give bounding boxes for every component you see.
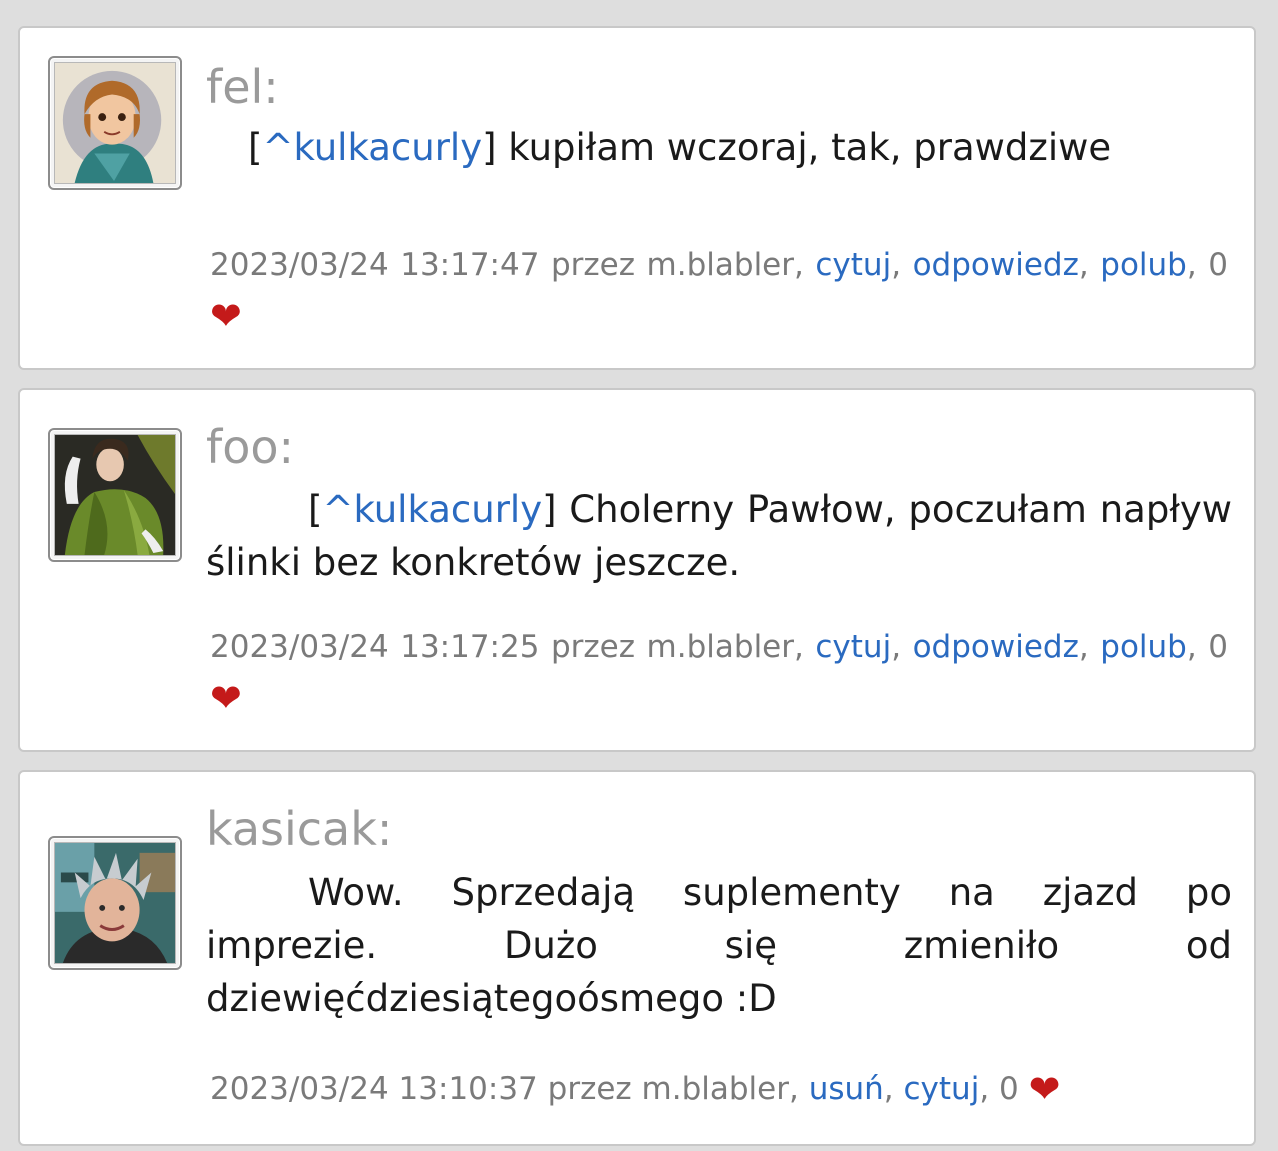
post-date: 2023/03/24 [210, 247, 389, 283]
mention-link[interactable]: ^kulkacurly [262, 126, 482, 169]
quote-link[interactable]: cytuj [904, 1071, 980, 1107]
post-meta: 2023/03/24 13:17:25 przez m.blabler, cyt… [210, 629, 1228, 720]
post-content: [^kulkacurly] kupiłam wczoraj, tak, praw… [248, 126, 1112, 169]
avatar[interactable] [48, 56, 182, 190]
post-card: foo: [^kulkacurly] Cholerny Pawłow, pocz… [18, 388, 1256, 752]
like-link[interactable]: polub [1100, 629, 1187, 665]
author-name[interactable]: kasicak: [206, 806, 392, 852]
post-time: 13:17:25 [400, 629, 540, 665]
post-meta: 2023/03/24 13:17:47 przez m.blabler, cyt… [210, 247, 1228, 338]
quote-link[interactable]: cytuj [815, 629, 891, 665]
heart-icon[interactable]: ❤ [1029, 1067, 1061, 1111]
like-count: 0 [1208, 629, 1228, 665]
post-content: Wow. Sprzedają suplementy na zjazd po im… [206, 871, 1232, 1020]
reply-link[interactable]: odpowiedz [913, 629, 1079, 665]
avatar-image [54, 842, 176, 964]
post-text: kupiłam wczoraj, tak, prawdziwe [508, 126, 1112, 169]
like-link[interactable]: polub [1100, 247, 1187, 283]
post-date: 2023/03/24 [210, 1071, 389, 1107]
delete-link[interactable]: usuń [809, 1071, 884, 1107]
post-byline: przez m.blabler, [550, 629, 804, 665]
mention-link[interactable]: ^kulkacurly [322, 488, 542, 531]
heart-icon[interactable]: ❤ [210, 676, 242, 720]
post-time: 13:10:37 [398, 1071, 538, 1107]
post-byline: przez m.blabler, [547, 1071, 799, 1107]
reply-link[interactable]: odpowiedz [913, 247, 1079, 283]
avatar-image [54, 62, 176, 184]
post-time: 13:17:47 [400, 247, 540, 283]
like-count: 0 [1208, 247, 1228, 283]
post-card: fel: [^kulkacurly] kupiłam wczoraj, tak,… [18, 26, 1256, 370]
avatar[interactable] [48, 428, 182, 562]
avatar-image [54, 434, 176, 556]
author-name[interactable]: fel: [206, 64, 279, 110]
quote-link[interactable]: cytuj [815, 247, 891, 283]
post-meta: 2023/03/24 13:10:37 przez m.blabler, usu… [210, 1067, 1061, 1111]
post-feed: fel: [^kulkacurly] kupiłam wczoraj, tak,… [0, 0, 1278, 1151]
post-byline: przez m.blabler, [550, 247, 804, 283]
post-content: [^kulkacurly] Cholerny Pawłow, poczułam … [206, 488, 1232, 584]
avatar[interactable] [48, 836, 182, 970]
post-date: 2023/03/24 [210, 629, 389, 665]
post-card: kasicak: Wow. Sprzedają suplementy na zj… [18, 770, 1256, 1146]
author-name[interactable]: foo: [206, 424, 294, 470]
like-count: 0 [999, 1071, 1019, 1107]
heart-icon[interactable]: ❤ [210, 294, 242, 338]
